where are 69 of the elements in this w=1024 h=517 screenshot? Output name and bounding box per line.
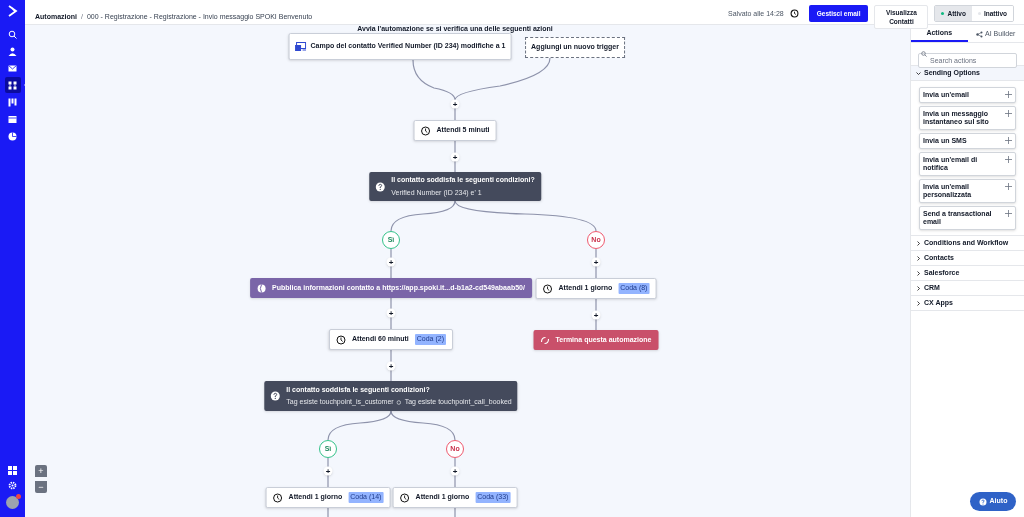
add-step-button[interactable]: + <box>386 257 396 267</box>
connector-line <box>390 297 392 310</box>
connector-line <box>390 410 456 441</box>
add-step-button[interactable]: + <box>450 152 460 162</box>
chevron-right-icon <box>916 285 921 291</box>
or-icon <box>396 399 402 405</box>
apps-grid-icon[interactable] <box>8 466 17 475</box>
add-step-button[interactable]: + <box>450 99 460 109</box>
pie-chart-icon <box>8 131 17 141</box>
plus-icon <box>1005 137 1012 144</box>
history-icon[interactable] <box>789 9 799 18</box>
connector-line <box>327 457 329 468</box>
connector-line <box>454 474 456 488</box>
person-icon <box>8 46 17 56</box>
help-icon <box>978 497 987 506</box>
zoom-in-button[interactable]: + <box>35 465 47 477</box>
avatar[interactable] <box>6 496 19 509</box>
connector-line <box>454 160 456 173</box>
add-step-button[interactable]: + <box>591 310 601 320</box>
connector-line <box>595 248 597 259</box>
add-step-button[interactable]: + <box>591 257 601 267</box>
connector-line <box>327 410 392 441</box>
add-step-button[interactable]: + <box>386 308 396 318</box>
add-step-button[interactable]: + <box>323 466 333 476</box>
board-icon <box>8 97 17 107</box>
clock-icon <box>336 334 346 345</box>
workflow-icon <box>8 80 17 90</box>
connector-line <box>454 507 456 517</box>
chevron-right-icon <box>916 300 921 306</box>
connector-line <box>390 369 392 382</box>
plus-icon <box>1005 110 1012 117</box>
chevron-right-icon <box>916 255 921 261</box>
list-icon <box>8 114 17 124</box>
plus-icon <box>1005 91 1012 98</box>
connector-line <box>595 318 597 331</box>
globe-icon <box>257 283 267 293</box>
zoom-out-button[interactable]: − <box>35 481 47 493</box>
chevron-right-icon <box>916 270 921 276</box>
connector-line <box>595 265 597 279</box>
connector-line <box>390 316 392 330</box>
connector-line <box>390 265 392 279</box>
connector-line <box>327 507 329 517</box>
connector-line <box>327 474 329 488</box>
add-step-button[interactable]: + <box>386 361 396 371</box>
chevron-right-icon <box>916 240 921 246</box>
connector-line <box>595 298 597 312</box>
connector-line <box>454 107 456 121</box>
plus-icon <box>1005 210 1012 217</box>
clock-icon <box>420 125 431 136</box>
connector-line <box>390 349 392 363</box>
clock-icon <box>542 283 553 294</box>
connector-line <box>454 457 456 468</box>
search-icon <box>921 50 927 57</box>
connector-line <box>390 248 392 259</box>
connector-line <box>454 140 456 154</box>
chevron-down-icon <box>916 70 921 76</box>
plus-icon <box>1005 156 1012 163</box>
question-icon <box>375 181 386 192</box>
plus-icon <box>1005 183 1012 190</box>
settings-icon[interactable] <box>8 481 17 490</box>
add-step-button[interactable]: + <box>450 466 460 476</box>
contact-card-icon <box>294 41 307 52</box>
mail-icon <box>8 63 17 73</box>
question-icon <box>270 391 281 401</box>
clock-icon <box>272 492 283 503</box>
end-arrows-icon <box>540 335 550 345</box>
clock-icon <box>399 492 410 503</box>
search-icon <box>8 29 17 39</box>
nodes-icon <box>976 31 984 38</box>
